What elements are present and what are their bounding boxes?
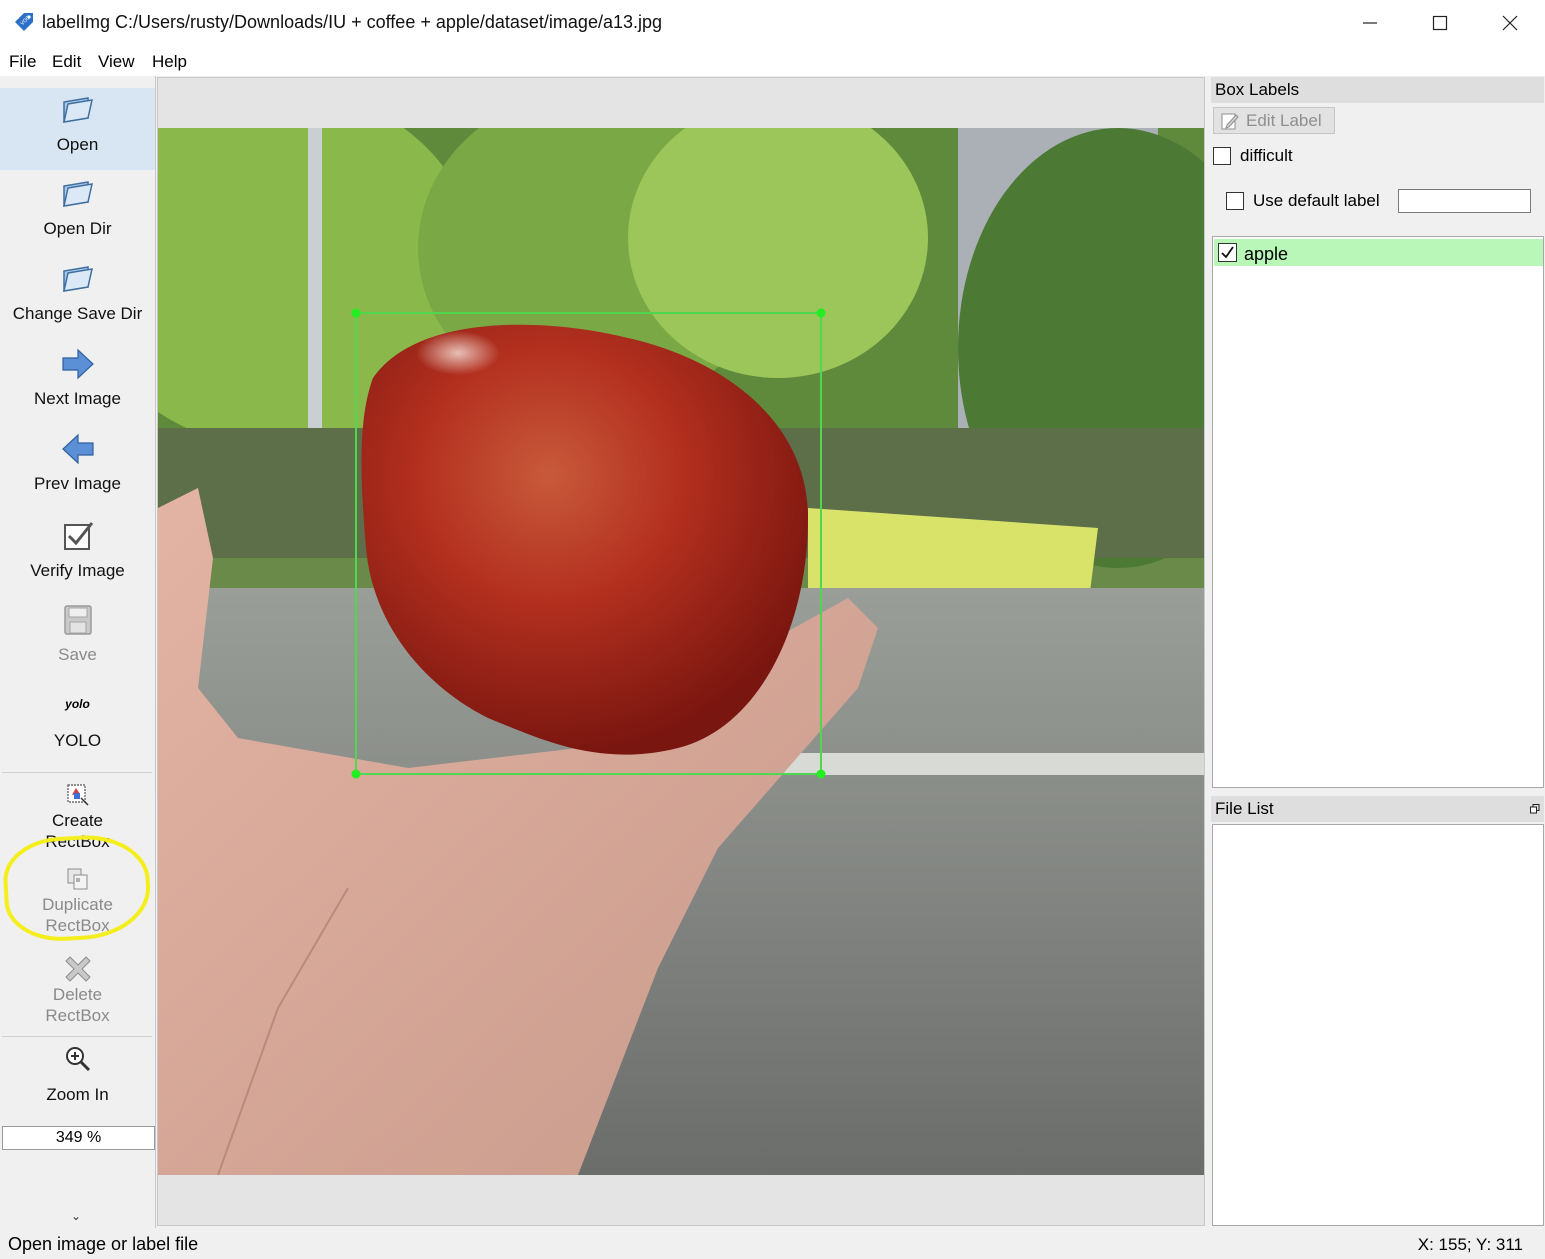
app-logo-icon: VOC <box>15 13 33 31</box>
zoom-value-spinbox[interactable]: 349 % <box>2 1126 155 1150</box>
label-list-item[interactable]: apple <box>1214 239 1543 266</box>
checkbox-check-icon <box>63 522 93 550</box>
apple-bounding-box[interactable] <box>355 312 822 775</box>
yolo-icon: yolo <box>65 697 90 711</box>
menu-edit[interactable]: Edit <box>52 52 81 72</box>
zoom-in-label: Zoom In <box>46 1085 109 1104</box>
box-labels-title: Box Labels <box>1211 77 1544 103</box>
folder-open-icon <box>62 266 93 292</box>
minimize-icon <box>1363 22 1377 24</box>
arrow-left-icon <box>61 433 94 465</box>
open-dir-label: Open Dir <box>43 219 112 238</box>
delete-rectbox-label-1: Delete <box>52 985 103 1004</box>
delete-rectbox-label-2: RectBox <box>45 1006 110 1025</box>
zoom-in-button[interactable]: Zoom In <box>0 1042 155 1120</box>
menu-file[interactable]: File <box>9 52 36 72</box>
change-save-dir-label: Change Save Dir <box>12 304 143 323</box>
toolbar-separator <box>2 772 152 773</box>
save-label: Save <box>58 645 97 664</box>
dock-float-icon[interactable] <box>1530 804 1540 814</box>
toolbar: Open Open Dir Change Save Dir Next Image… <box>0 76 156 1228</box>
bounding-box-layer <box>351 308 826 779</box>
bbox-corner-handle[interactable] <box>351 769 361 779</box>
toolbar-extension-chevron-icon[interactable]: ⌄ <box>71 1209 81 1223</box>
status-message: Open image or label file <box>8 1234 199 1254</box>
change-save-dir-button[interactable]: Change Save Dir <box>0 259 155 339</box>
next-image-label: Next Image <box>34 389 121 408</box>
menu-help[interactable]: Help <box>152 52 187 72</box>
zoom-in-icon <box>65 1047 90 1072</box>
toolbar-separator <box>2 1036 152 1037</box>
file-list-title: File List <box>1211 796 1544 822</box>
edit-label-button[interactable]: Edit Label <box>1213 107 1335 134</box>
label-item-checkbox[interactable] <box>1218 243 1237 262</box>
folder-open-icon <box>62 97 93 123</box>
open-button[interactable]: Open <box>0 88 155 170</box>
window-title: labelImg C:/Users/rusty/Downloads/IU + c… <box>42 12 663 32</box>
verify-image-label: Verify Image <box>30 561 125 580</box>
title-bar: VOC labelImg C:/Users/rusty/Downloads/IU… <box>0 0 1545 46</box>
minimize-button[interactable] <box>1335 0 1405 46</box>
delete-x-icon <box>64 956 91 982</box>
image-canvas[interactable] <box>157 77 1205 1226</box>
cursor-coordinates: X: 155; Y: 311 <box>1417 1235 1523 1254</box>
bbox-corner-handle[interactable] <box>816 308 826 318</box>
yolo-format-button[interactable]: yolo YOLO <box>0 690 155 772</box>
edit-label-text: Edit Label <box>1246 110 1322 130</box>
maximize-icon <box>1432 15 1448 31</box>
difficult-checkbox[interactable] <box>1213 147 1231 165</box>
arrow-right-icon <box>61 348 94 380</box>
maximize-button[interactable] <box>1405 0 1475 46</box>
bbox-corner-handle[interactable] <box>351 308 361 318</box>
checkmark-icon <box>1221 246 1234 259</box>
yolo-label: YOLO <box>53 731 102 750</box>
close-icon <box>1502 15 1518 31</box>
file-list[interactable] <box>1212 824 1544 1226</box>
next-image-button[interactable]: Next Image <box>0 344 155 424</box>
delete-rectbox-button[interactable]: Delete RectBox <box>0 952 155 1032</box>
create-rectbox-icon <box>66 784 89 806</box>
difficult-label: difficult <box>1240 146 1293 165</box>
use-default-label-text: Use default label <box>1253 191 1380 210</box>
close-button[interactable] <box>1475 0 1545 46</box>
default-label-input[interactable] <box>1398 189 1531 213</box>
bbox-corner-handle[interactable] <box>816 769 826 779</box>
prev-image-button[interactable]: Prev Image <box>0 429 155 509</box>
verify-image-button[interactable]: Verify Image <box>0 516 155 596</box>
create-rectbox-label-1: Create <box>51 811 104 830</box>
open-dir-button[interactable]: Open Dir <box>0 174 155 254</box>
menu-bar: File Edit View Help <box>0 46 1545 76</box>
prev-image-label: Prev Image <box>34 474 121 493</box>
folder-open-icon <box>62 181 93 207</box>
save-button[interactable]: Save <box>0 600 155 680</box>
open-label: Open <box>56 135 99 154</box>
status-bar: Open image or label file X: 155; Y: 311 <box>0 1228 1545 1259</box>
use-default-label-checkbox[interactable] <box>1226 192 1244 210</box>
menu-view[interactable]: View <box>98 52 135 72</box>
label-item-text: apple <box>1244 244 1289 264</box>
edit-pencil-icon <box>1221 113 1239 129</box>
floppy-disk-icon <box>63 605 92 635</box>
label-list[interactable]: apple <box>1212 236 1544 788</box>
